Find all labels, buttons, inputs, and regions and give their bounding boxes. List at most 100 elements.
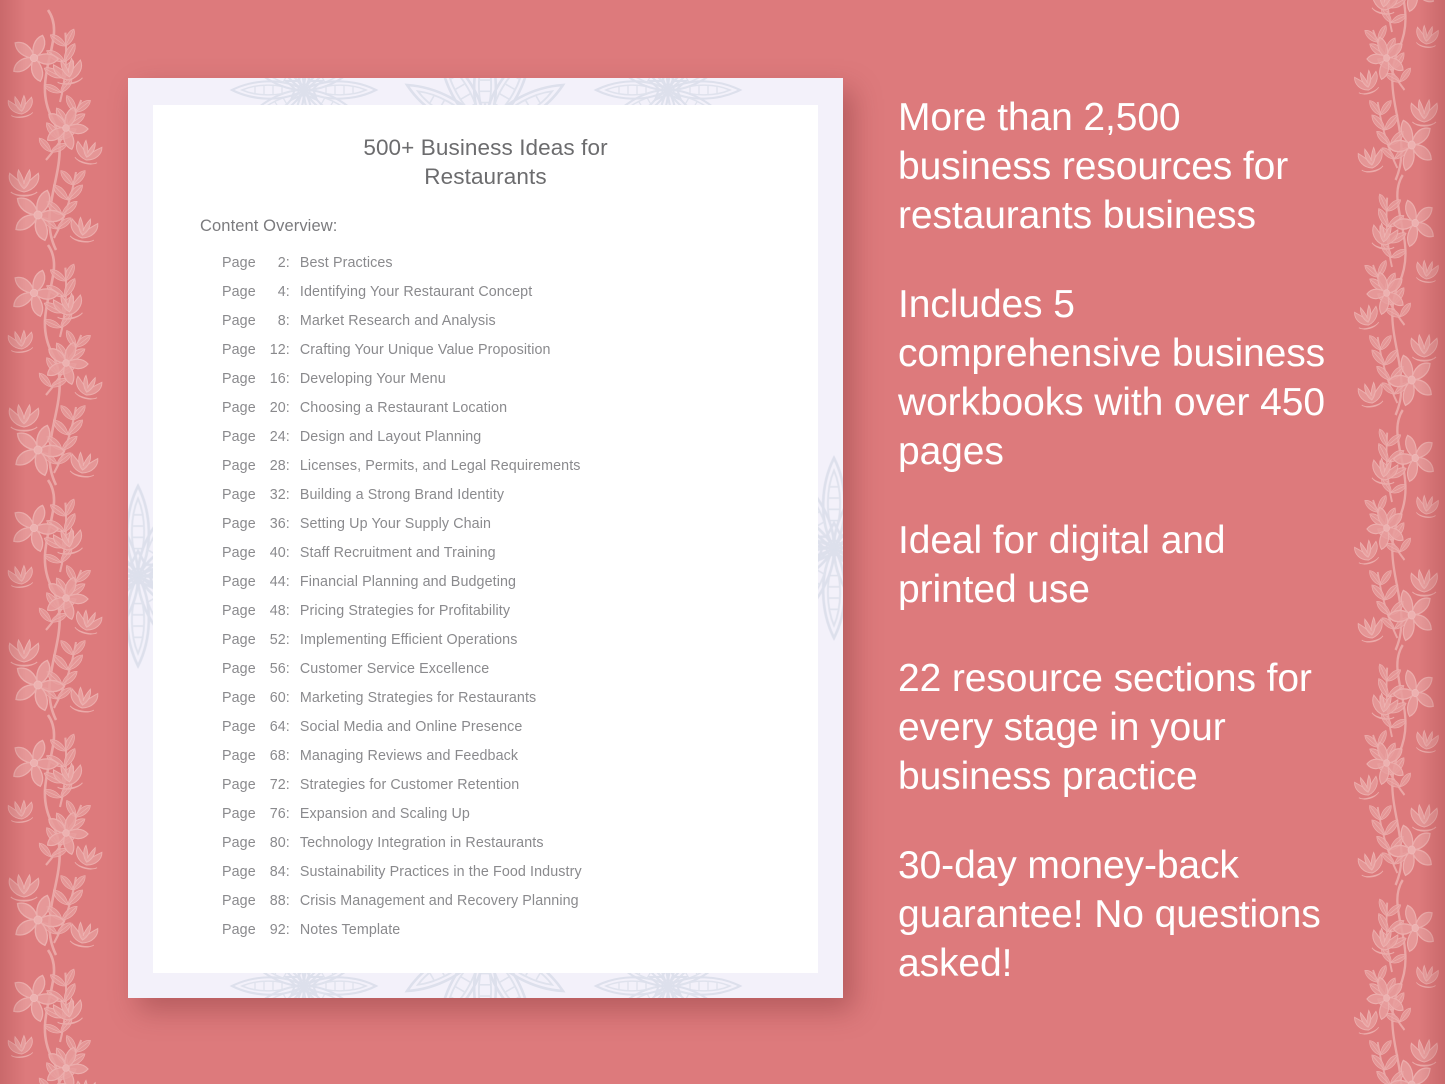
toc-colon: : — [285, 690, 290, 706]
toc-page-word: Page — [222, 284, 256, 300]
toc-page-number: 44 — [269, 574, 286, 590]
toc-row: Page 24: Design and Layout Planning — [222, 429, 802, 458]
toc-topic: Pricing Strategies for Profitability — [299, 603, 511, 619]
toc-topic: Expansion and Scaling Up — [299, 806, 470, 822]
toc-topic: Financial Planning and Budgeting — [299, 574, 517, 590]
toc-topic: Building a Strong Brand Identity — [299, 487, 505, 503]
toc-row: Page 48: Pricing Strategies for Profitabil… — [222, 603, 802, 632]
toc-colon: : — [285, 371, 290, 387]
toc-page-word: Page — [222, 574, 256, 590]
toc-page-word: Page — [222, 545, 256, 561]
toc-page-word: Page — [222, 255, 256, 271]
left-edge-vignette — [0, 0, 26, 1084]
toc-page-number: 40 — [269, 545, 286, 561]
toc-page-number: 32 — [269, 487, 286, 503]
toc-colon: : — [285, 255, 290, 271]
document-mockup-card: 500+ Business Ideas for Restaurants Cont… — [128, 78, 843, 998]
toc-row: Page 32: Building a Strong Brand Identity — [222, 487, 802, 516]
toc-page-number: 36 — [269, 516, 286, 532]
toc-colon: : — [285, 864, 290, 880]
toc-page-word: Page — [222, 777, 256, 793]
toc-page-number: 2 — [277, 255, 286, 271]
toc-page-number: 80 — [269, 835, 286, 851]
toc-page-word: Page — [222, 835, 256, 851]
toc-page-number: 20 — [269, 400, 286, 416]
toc-topic: Customer Service Excellence — [299, 661, 490, 677]
toc-row: Page 60: Marketing Strategies for Restaura… — [222, 690, 802, 719]
toc-topic: Setting Up Your Supply Chain — [299, 516, 492, 532]
toc-row: Page 44: Financial Planning and Budgeting — [222, 574, 802, 603]
toc-page-number: 28 — [269, 458, 286, 474]
table-of-contents: Page 2: Best Practices Page 4: Identifying Yo… — [222, 255, 802, 951]
toc-page-number: 88 — [269, 893, 286, 909]
toc-page-number: 76 — [269, 806, 286, 822]
toc-row: Page 52: Implementing Efficient Operations — [222, 632, 802, 661]
toc-page-word: Page — [222, 342, 256, 358]
toc-page-word: Page — [222, 487, 256, 503]
toc-page-number: 12 — [269, 342, 286, 358]
toc-colon: : — [285, 603, 290, 619]
toc-topic: Notes Template — [299, 922, 401, 938]
toc-topic: Developing Your Menu — [299, 371, 446, 387]
toc-colon: : — [285, 893, 290, 909]
toc-page-word: Page — [222, 806, 256, 822]
toc-row: Page 2: Best Practices — [222, 255, 802, 284]
toc-row: Page 68: Managing Reviews and Feedback — [222, 748, 802, 777]
benefit-item: More than 2,500 business resources for r… — [898, 96, 1289, 237]
toc-page-number: 16 — [269, 371, 286, 387]
toc-colon: : — [285, 719, 290, 735]
toc-row: Page 88: Crisis Management and Recovery Pl… — [222, 893, 802, 922]
toc-page-word: Page — [222, 893, 256, 909]
benefits-list: More than 2,500 business resources for r… — [898, 93, 1330, 988]
toc-topic: Sustainability Practices in the Food Ind… — [299, 864, 582, 880]
floral-vine-pattern-right-icon — [1333, 0, 1445, 1084]
toc-topic: Implementing Efficient Operations — [299, 632, 518, 648]
toc-topic: Crisis Management and Recovery Planning — [299, 893, 579, 909]
right-edge-vignette — [1419, 0, 1445, 1084]
toc-page-number: 8 — [277, 313, 286, 329]
toc-topic: Strategies for Customer Retention — [299, 777, 520, 793]
toc-row: Page 8: Market Research and Analysis — [222, 313, 802, 342]
toc-colon: : — [285, 574, 290, 590]
toc-page-number: 84 — [269, 864, 286, 880]
page-title: 500+ Business Ideas for Restaurants — [363, 135, 608, 189]
toc-page-word: Page — [222, 719, 256, 735]
toc-page-word: Page — [222, 632, 256, 648]
toc-topic: Marketing Strategies for Restaurants — [299, 690, 537, 706]
toc-colon: : — [285, 806, 290, 822]
toc-topic: Managing Reviews and Feedback — [299, 748, 519, 764]
toc-row: Page 12: Crafting Your Unique Value Propos… — [222, 342, 802, 371]
toc-row: Page 76: Expansion and Scaling Up — [222, 806, 802, 835]
toc-colon: : — [285, 487, 290, 503]
toc-row: Page 80: Technology Integration in Restaur… — [222, 835, 802, 864]
toc-row: Page 36: Setting Up Your Supply Chain — [222, 516, 802, 545]
toc-page-number: 4 — [277, 284, 286, 300]
toc-page-word: Page — [222, 429, 256, 445]
toc-colon: : — [285, 777, 290, 793]
toc-colon: : — [285, 545, 290, 561]
toc-topic: Social Media and Online Presence — [299, 719, 523, 735]
toc-page-number: 68 — [269, 748, 286, 764]
toc-topic: Crafting Your Unique Value Proposition — [299, 342, 551, 358]
toc-page-word: Page — [222, 400, 256, 416]
toc-row: Page 28: Licenses, Permits, and Legal Requ… — [222, 458, 802, 487]
benefit-item: Includes 5 comprehensive business workbo… — [898, 283, 1326, 473]
toc-page-word: Page — [222, 661, 256, 677]
toc-page-word: Page — [222, 748, 256, 764]
toc-row: Page 20: Choosing a Restaurant Location — [222, 400, 802, 429]
toc-colon: : — [285, 284, 290, 300]
toc-page-number: 24 — [269, 429, 286, 445]
toc-topic: Staff Recruitment and Training — [299, 545, 496, 561]
floral-vine-pattern-left-icon — [0, 0, 124, 1084]
benefit-item: Ideal for digital and printed use — [898, 519, 1226, 611]
toc-page-word: Page — [222, 313, 256, 329]
toc-page-number: 56 — [269, 661, 286, 677]
toc-colon: : — [285, 748, 290, 764]
toc-page-number: 72 — [269, 777, 286, 793]
toc-page-word: Page — [222, 690, 256, 706]
toc-colon: : — [285, 632, 290, 648]
toc-colon: : — [285, 922, 290, 938]
toc-row: Page 64: Social Media and Online Presence — [222, 719, 802, 748]
toc-topic: Technology Integration in Restaurants — [299, 835, 544, 851]
toc-colon: : — [285, 429, 290, 445]
